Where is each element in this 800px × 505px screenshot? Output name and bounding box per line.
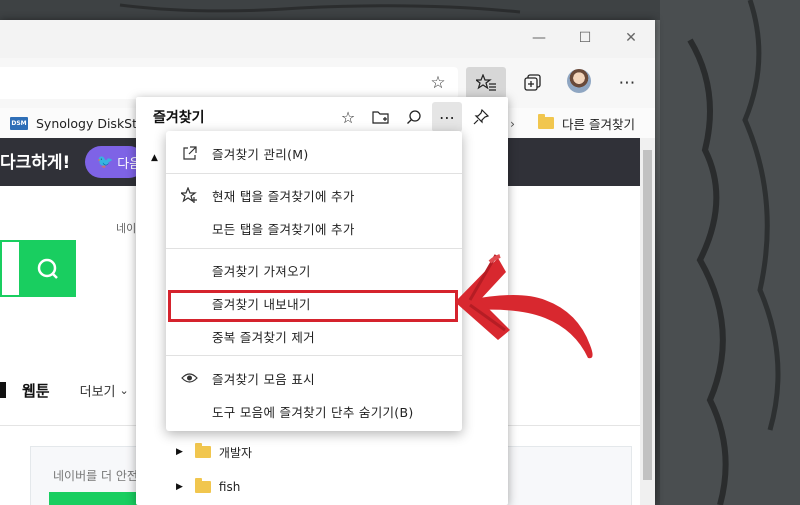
red-arrow-annotation	[455, 254, 593, 359]
